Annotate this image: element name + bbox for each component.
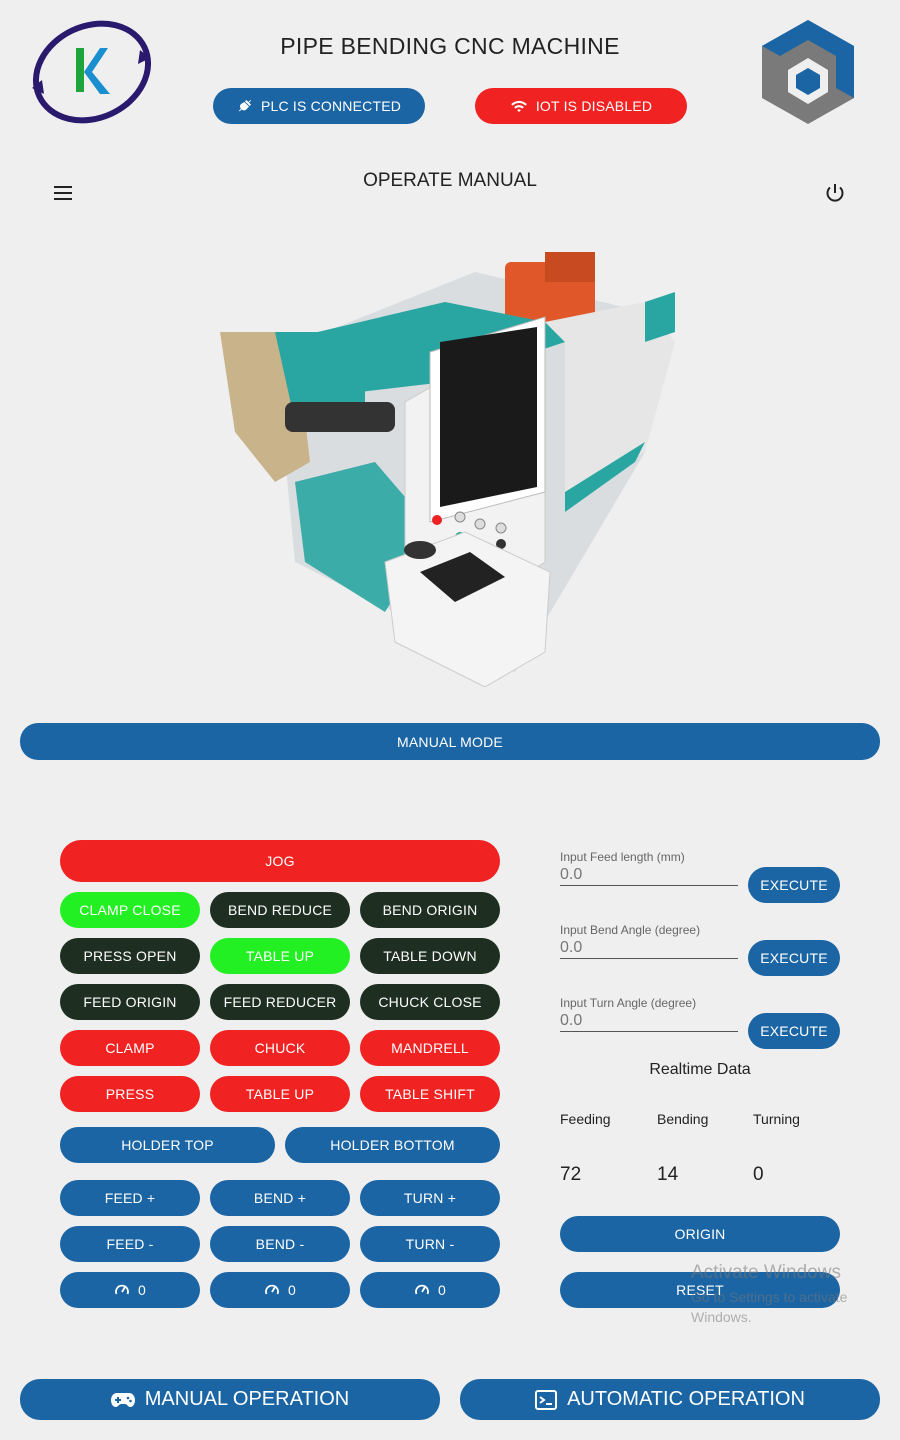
realtime-title: Realtime Data: [649, 1061, 751, 1078]
feed-length-label: Input Feed length (mm): [560, 850, 685, 864]
manual-operation-button[interactable]: MANUAL OPERATION: [20, 1379, 440, 1420]
bend-reduce-button[interactable]: BEND REDUCE: [210, 892, 350, 928]
feed-plus-button[interactable]: FEED +: [60, 1180, 200, 1216]
bend-angle-label: Input Bend Angle (degree): [560, 923, 701, 937]
feed-reducer-button[interactable]: FEED REDUCER: [210, 984, 350, 1020]
bend-speed-value: 0: [288, 1282, 296, 1298]
iot-status-badge: IOT IS DISABLED: [475, 88, 687, 124]
holder-top-button[interactable]: HOLDER TOP: [60, 1127, 275, 1163]
turn-plus-button[interactable]: TURN +: [360, 1180, 500, 1216]
mandrell-button[interactable]: MANDRELL: [360, 1030, 500, 1066]
brand-logo: [758, 18, 858, 126]
automatic-operation-button[interactable]: AUTOMATIC OPERATION: [460, 1379, 880, 1420]
feed-origin-button[interactable]: FEED ORIGIN: [60, 984, 200, 1020]
turning-label: Turning: [753, 1111, 800, 1127]
terminal-icon: [535, 1389, 558, 1410]
turn-speed-value: 0: [438, 1282, 446, 1298]
feeding-value: 72: [560, 1164, 582, 1185]
plc-status-badge: PLC IS CONNECTED: [213, 88, 425, 124]
turn-angle-input[interactable]: [560, 1010, 738, 1032]
table-shift-button[interactable]: TABLE SHIFT: [360, 1076, 500, 1112]
feeding-label: Feeding: [560, 1111, 611, 1127]
execute-bend-button[interactable]: EXECUTE: [748, 940, 840, 976]
chuck-button[interactable]: CHUCK: [210, 1030, 350, 1066]
table-up-toggle-button[interactable]: TABLE UP: [210, 938, 350, 974]
wifi-icon: [510, 98, 528, 114]
bend-origin-button[interactable]: BEND ORIGIN: [360, 892, 500, 928]
bending-label: Bending: [657, 1111, 709, 1127]
clamp-button[interactable]: CLAMP: [60, 1030, 200, 1066]
speed-icon: [114, 1282, 130, 1298]
iot-status-text: IOT IS DISABLED: [535, 98, 653, 114]
plc-status-text: PLC IS CONNECTED: [260, 98, 402, 114]
execute-turn-button[interactable]: EXECUTE: [748, 1013, 840, 1049]
feed-speed-value: 0: [138, 1282, 146, 1298]
holder-bottom-button[interactable]: HOLDER BOTTOM: [285, 1127, 500, 1163]
plug-icon: [237, 98, 253, 114]
origin-button[interactable]: ORIGIN: [560, 1216, 840, 1252]
press-button[interactable]: PRESS: [60, 1076, 200, 1112]
bend-angle-input[interactable]: [560, 937, 738, 959]
feed-length-input[interactable]: [560, 864, 738, 886]
manual-operation-label: MANUAL OPERATION: [144, 1388, 350, 1410]
bend-speed-button[interactable]: 0: [210, 1272, 350, 1308]
activation-watermark-text: Go to Settings to activate Windows.: [691, 1289, 848, 1325]
bend-plus-button[interactable]: BEND +: [210, 1180, 350, 1216]
power-icon[interactable]: [823, 181, 847, 205]
turn-angle-label: Input Turn Angle (degree): [560, 996, 697, 1010]
chuck-close-button[interactable]: CHUCK CLOSE: [360, 984, 500, 1020]
jog-button[interactable]: JOG: [60, 840, 500, 882]
page-title: OPERATE MANUAL: [363, 170, 537, 191]
bending-value: 14: [657, 1164, 679, 1185]
turning-value: 0: [753, 1164, 764, 1185]
table-up-button[interactable]: TABLE UP: [210, 1076, 350, 1112]
turn-minus-button[interactable]: TURN -: [360, 1226, 500, 1262]
press-open-button[interactable]: PRESS OPEN: [60, 938, 200, 974]
feed-minus-button[interactable]: FEED -: [60, 1226, 200, 1262]
machine-image: [215, 232, 685, 688]
bend-minus-button[interactable]: BEND -: [210, 1226, 350, 1262]
turn-speed-button[interactable]: 0: [360, 1272, 500, 1308]
automatic-operation-label: AUTOMATIC OPERATION: [567, 1388, 805, 1410]
feed-speed-button[interactable]: 0: [60, 1272, 200, 1308]
activation-watermark-title: Activate Windows: [691, 1262, 841, 1283]
manual-mode-bar[interactable]: MANUAL MODE: [20, 723, 880, 760]
speed-icon: [414, 1282, 430, 1298]
clamp-close-button[interactable]: CLAMP CLOSE: [60, 892, 200, 928]
execute-feed-button[interactable]: EXECUTE: [748, 867, 840, 903]
speed-icon: [264, 1282, 280, 1298]
gamepad-icon: [110, 1392, 135, 1408]
table-down-button[interactable]: TABLE DOWN: [360, 938, 500, 974]
